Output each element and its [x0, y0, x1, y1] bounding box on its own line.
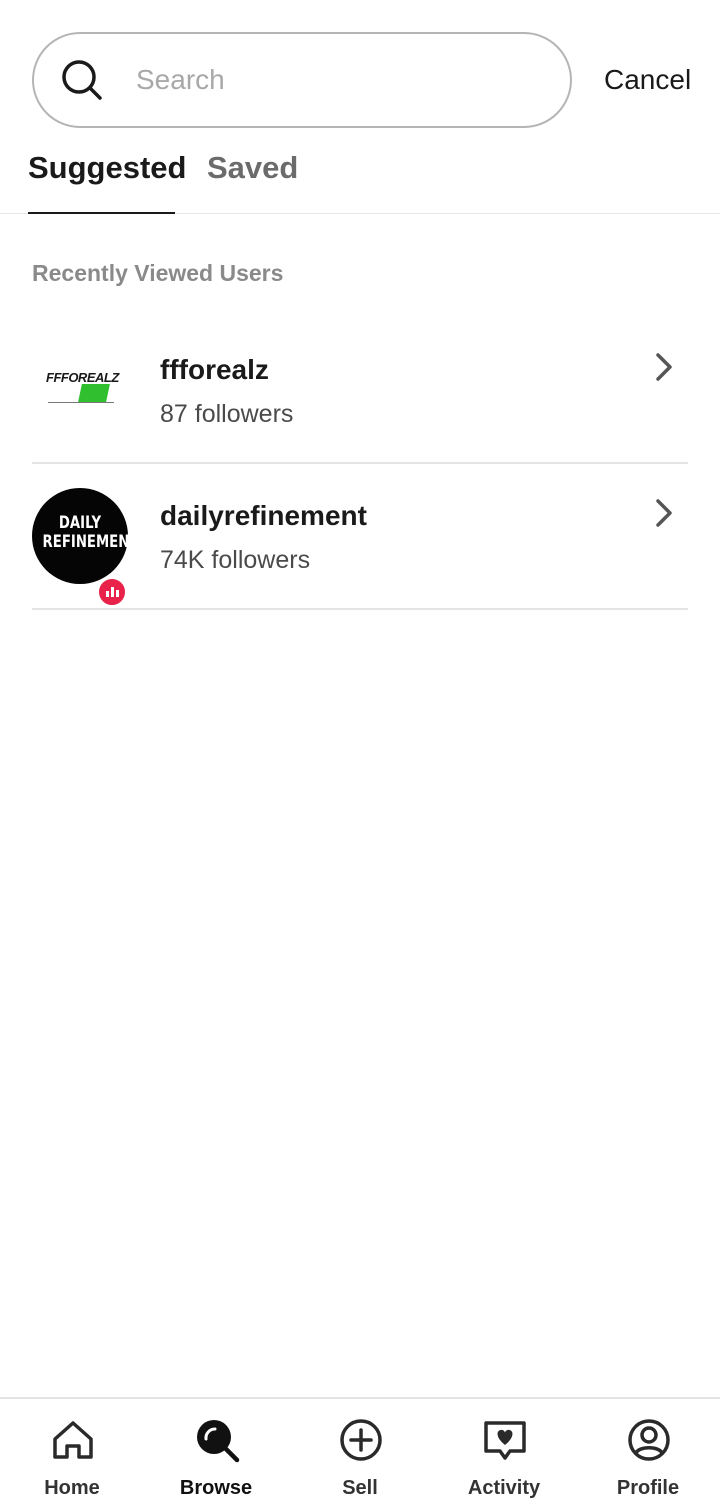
nav-profile-label: Profile [616, 1477, 680, 1499]
nav-browse[interactable]: Browse [144, 1399, 288, 1507]
search-bar[interactable] [32, 32, 572, 128]
nav-profile[interactable]: Profile [576, 1399, 720, 1507]
search-input[interactable] [136, 64, 516, 96]
browse-search-screen: Cancel Suggested Saved Recently Viewed U… [0, 0, 720, 1507]
heart-chat-icon [484, 1421, 526, 1460]
avatar-logo-text: FFFOREALZ [46, 370, 119, 385]
section-title: Recently Viewed Users [32, 260, 284, 286]
search-icon [62, 60, 102, 100]
home-icon [53, 1421, 93, 1459]
user-row-ffforealz[interactable]: FFFOREALZ ffforealz 87 followers [32, 318, 688, 464]
nav-sell[interactable]: Sell [288, 1399, 432, 1507]
search-header: Cancel [32, 32, 720, 128]
bottom-nav: Home Browse Sell Activity Profile [0, 1397, 720, 1507]
cancel-button[interactable]: Cancel [604, 64, 691, 96]
user-followers: 74K followers [160, 546, 311, 574]
logo-underline [48, 402, 114, 403]
nav-browse-label: Browse [179, 1477, 253, 1499]
nav-activity[interactable]: Activity [432, 1399, 576, 1507]
chevron-right-icon [656, 353, 672, 381]
tab-saved[interactable]: Saved [207, 150, 298, 214]
nav-home[interactable]: Home [0, 1399, 144, 1507]
user-followers: 87 followers [160, 400, 294, 428]
avatar-logo-text: DAILY REFINEMENT [42, 513, 139, 552]
user-name: ffforealz [160, 354, 269, 385]
user-name: dailyrefinement [160, 500, 367, 531]
avatar-text-line-1: DAILY [58, 513, 102, 533]
nav-sell-label: Sell [342, 1477, 378, 1499]
tab-bar: Suggested Saved [0, 150, 720, 214]
plus-circle-icon [340, 1419, 382, 1461]
tab-suggested[interactable]: Suggested [28, 150, 186, 214]
ffforealz-logo-icon: FFFOREALZ [32, 340, 128, 436]
bar-chart-badge-icon [96, 576, 128, 608]
chevron-right-icon [656, 499, 672, 527]
user-row-dailyrefinement[interactable]: DAILY REFINEMENT dailyrefinement 74K fol… [32, 464, 688, 610]
avatar-text-line-2: REFINEMENT [42, 532, 139, 552]
nav-home-label: Home [44, 1477, 100, 1499]
profile-icon [628, 1419, 670, 1461]
browse-icon [197, 1420, 240, 1463]
dailyrefinement-avatar: DAILY REFINEMENT [32, 488, 139, 608]
nav-activity-label: Activity [467, 1477, 541, 1499]
logo-green-block [78, 384, 110, 402]
